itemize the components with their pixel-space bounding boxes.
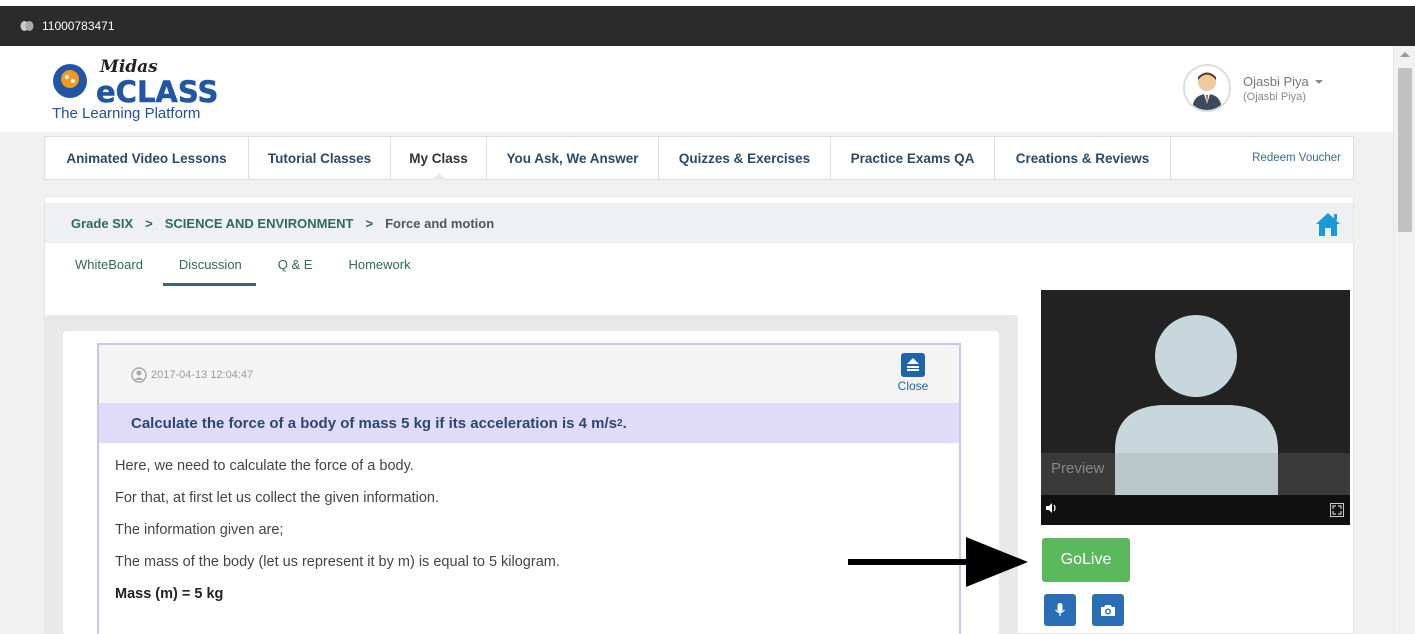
question-end: . bbox=[622, 414, 627, 432]
home-icon[interactable] bbox=[1315, 211, 1341, 237]
user-subname: (Ojasbi Piya) bbox=[1243, 90, 1306, 103]
page-scrollbar[interactable] bbox=[1393, 46, 1415, 634]
question-body: Calculate the force of a body of mass 5 … bbox=[131, 414, 617, 432]
session-id: 11000783471 bbox=[42, 19, 115, 33]
user-menu[interactable]: Ojasbi Piya (Ojasbi Piya) bbox=[1183, 64, 1323, 112]
volume-icon[interactable] bbox=[1045, 502, 1057, 514]
class-subtabs: WhiteBoard Discussion Q & E Homework bbox=[75, 257, 447, 286]
answer-body: Here, we need to calculate the force of … bbox=[99, 443, 959, 627]
annotation-arrow-icon bbox=[848, 537, 1028, 587]
answer-line: The mass of the body (let us represent i… bbox=[115, 554, 560, 570]
camera-button[interactable] bbox=[1092, 594, 1124, 626]
post-timestamp: 2017-04-13 12:04:47 bbox=[151, 369, 254, 381]
svg-text:eCLASS: eCLASS bbox=[96, 75, 218, 108]
site-logo[interactable]: Midas eCLASS The Learning Platform bbox=[52, 56, 252, 126]
nav-item-practice-exams-qa[interactable]: Practice Exams QA bbox=[831, 137, 995, 179]
answer-bold-line: Mass (m) = 5 kg bbox=[115, 586, 224, 602]
preview-label: Preview bbox=[1051, 460, 1105, 477]
discussion-card: 2017-04-13 12:04:47 Close Calculate the … bbox=[97, 343, 961, 634]
site-header: Midas eCLASS The Learning Platform Ojasb… bbox=[0, 46, 1393, 132]
chevron-right-icon: > bbox=[145, 215, 153, 231]
nav-item-quizzes-exercises[interactable]: Quizzes & Exercises bbox=[659, 137, 831, 179]
video-controls bbox=[1041, 495, 1350, 525]
logo-tagline: The Learning Platform bbox=[52, 105, 201, 122]
avatar[interactable] bbox=[1183, 64, 1231, 112]
tab-homework[interactable]: Homework bbox=[348, 257, 410, 286]
close-label: Close bbox=[897, 379, 929, 393]
chevron-down-icon bbox=[1314, 80, 1323, 85]
breadcrumb-grade[interactable]: Grade SIX bbox=[71, 216, 133, 231]
golive-button[interactable]: GoLive bbox=[1042, 538, 1130, 582]
answer-line: For that, at first let us collect the gi… bbox=[115, 490, 439, 506]
nav-item-tutorial-classes[interactable]: Tutorial Classes bbox=[249, 137, 391, 179]
user-circle-icon bbox=[131, 367, 147, 383]
nav-item-my-class[interactable]: My Class bbox=[391, 137, 487, 180]
svg-text:Midas: Midas bbox=[99, 57, 158, 77]
page: Midas eCLASS The Learning Platform Ojasb… bbox=[0, 46, 1393, 634]
tab-whiteboard[interactable]: WhiteBoard bbox=[75, 257, 143, 286]
answer-line: The information given are; bbox=[115, 522, 284, 538]
nav-item-animated-video-lessons[interactable]: Animated Video Lessons bbox=[45, 137, 249, 179]
breadcrumb: Grade SIX > SCIENCE AND ENVIRONMENT > Fo… bbox=[45, 203, 1353, 243]
scroll-up-icon[interactable] bbox=[1400, 52, 1410, 57]
breadcrumb-subject[interactable]: SCIENCE AND ENVIRONMENT bbox=[165, 216, 354, 231]
scrollbar-thumb[interactable] bbox=[1398, 68, 1412, 232]
redeem-voucher-link[interactable]: Redeem Voucher bbox=[1252, 137, 1353, 179]
brain-icon bbox=[20, 21, 34, 31]
post-header: 2017-04-13 12:04:47 Close bbox=[99, 345, 959, 403]
microphone-button[interactable] bbox=[1044, 594, 1076, 626]
close-button[interactable]: Close bbox=[895, 353, 931, 393]
fullscreen-icon[interactable] bbox=[1330, 503, 1344, 517]
answer-line: Here, we need to calculate the force of … bbox=[115, 458, 414, 474]
microphone-icon bbox=[1055, 603, 1065, 616]
user-name: Ojasbi Piya bbox=[1243, 73, 1309, 89]
user-avatar-icon bbox=[1185, 66, 1229, 110]
breadcrumb-topic: Force and motion bbox=[385, 215, 495, 231]
tab-q-and-e[interactable]: Q & E bbox=[278, 257, 313, 286]
chevron-right-icon: > bbox=[365, 215, 374, 231]
question-text: Calculate the force of a body of mass 5 … bbox=[99, 403, 959, 443]
camera-icon bbox=[1101, 605, 1115, 616]
logo-mark-icon: Midas eCLASS bbox=[53, 57, 219, 108]
nav-item-creations-reviews[interactable]: Creations & Reviews bbox=[995, 137, 1171, 179]
tab-discussion[interactable]: Discussion bbox=[162, 257, 256, 286]
main-nav: Animated Video Lessons Tutorial Classes … bbox=[44, 136, 1354, 180]
nav-item-you-ask-we-answer[interactable]: You Ask, We Answer bbox=[487, 137, 659, 179]
window-titlebar: 11000783471 bbox=[0, 0, 1415, 46]
video-preview[interactable]: Preview bbox=[1041, 290, 1350, 525]
collapse-up-icon bbox=[901, 353, 925, 377]
